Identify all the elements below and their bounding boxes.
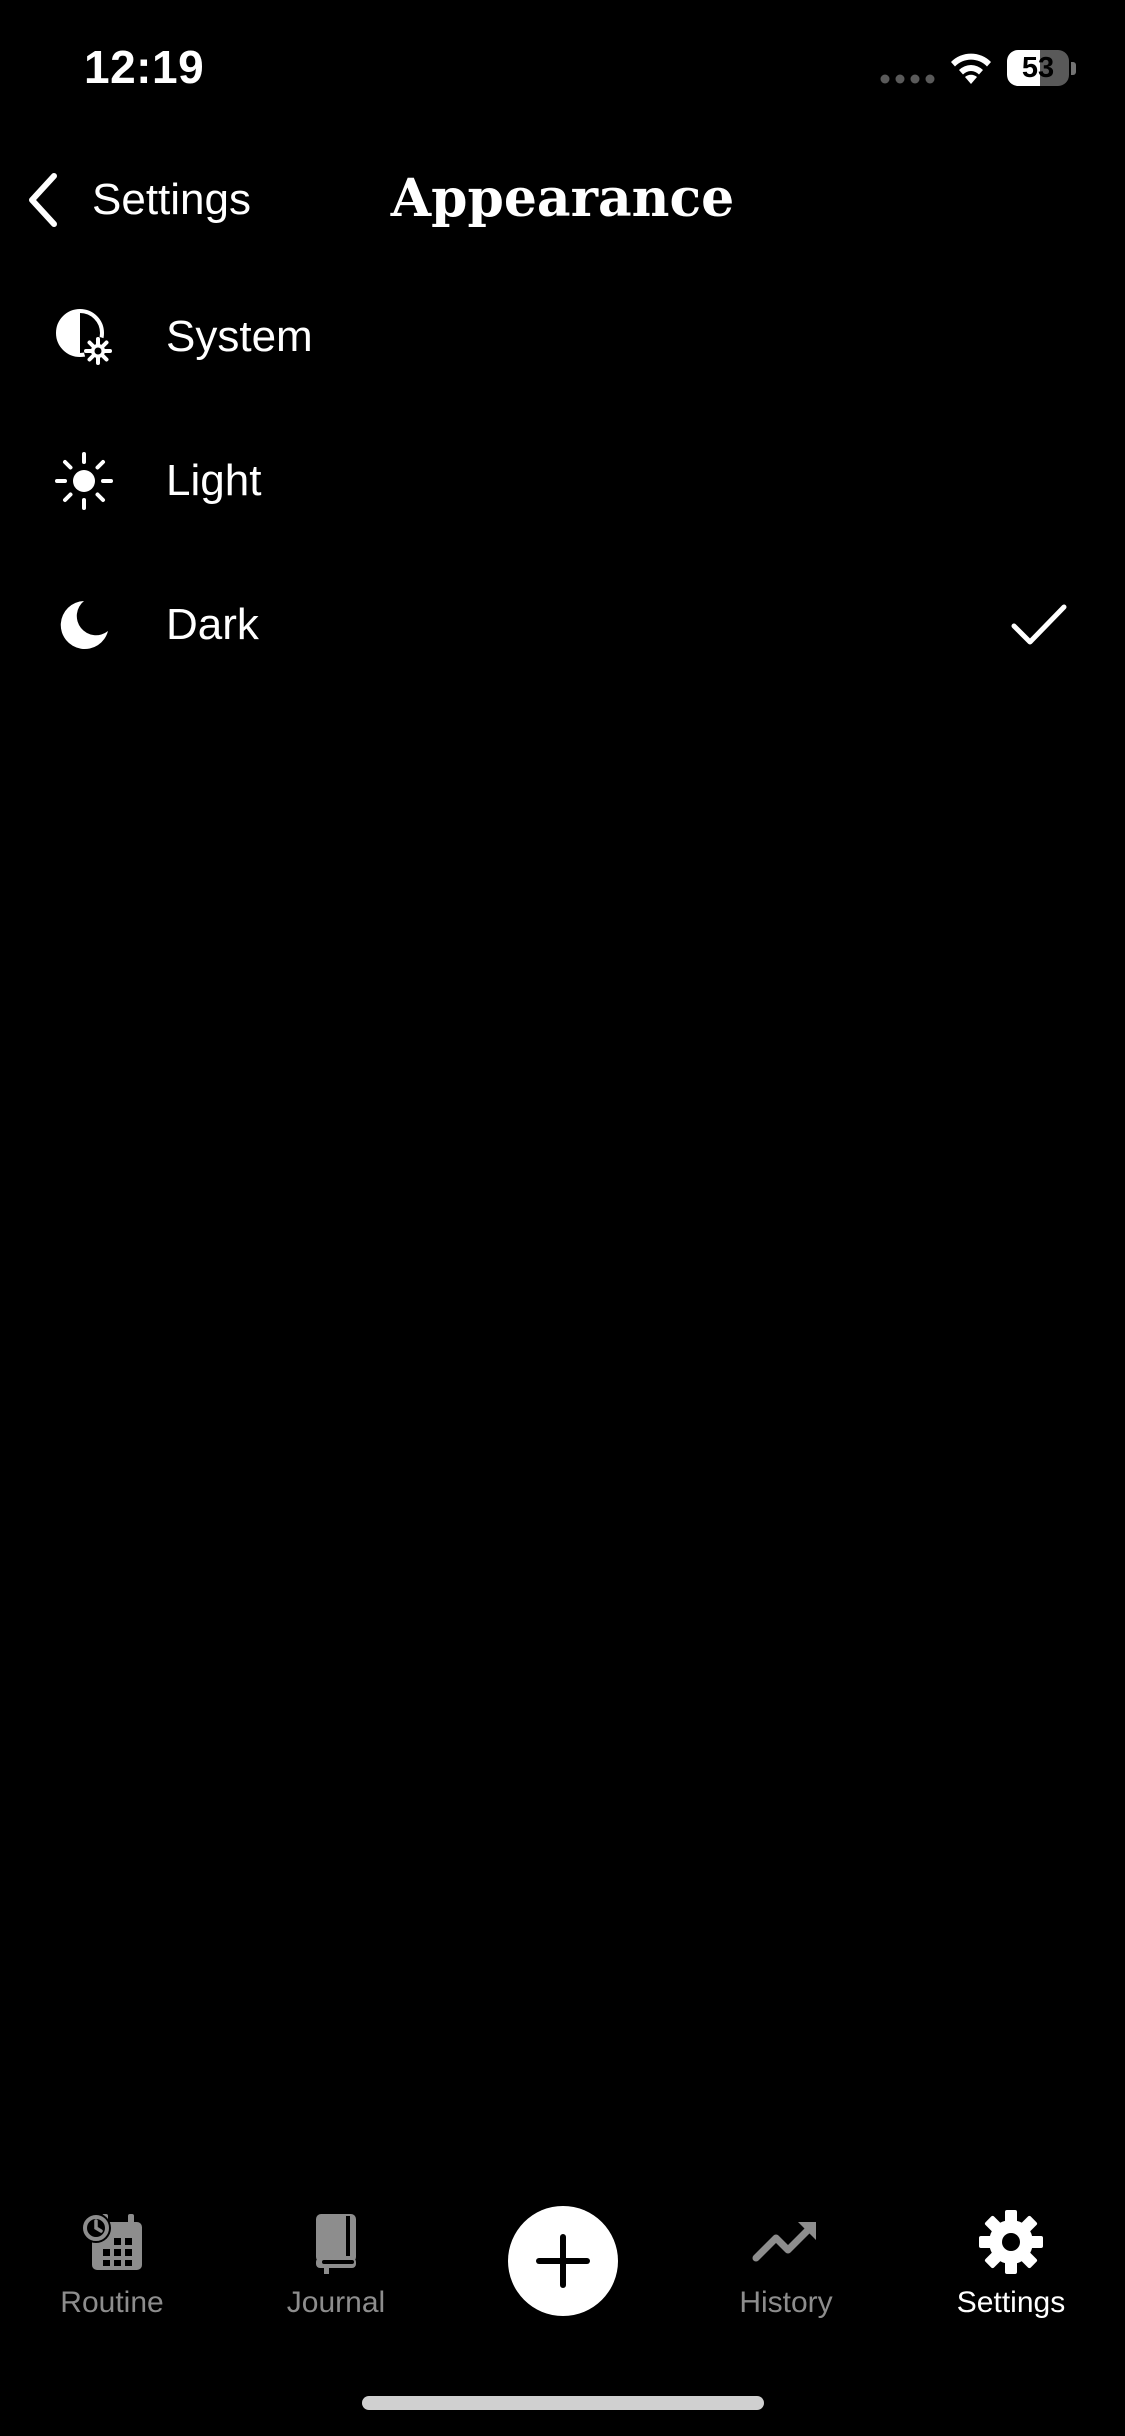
- tab-journal-label: Journal: [286, 2286, 386, 2319]
- battery-indicator: 53: [1007, 50, 1077, 88]
- option-light-label: Light: [166, 456, 262, 505]
- trend-up-icon: [752, 2222, 816, 2262]
- tab-bar: Routine Journal History Settings: [0, 2190, 1125, 2350]
- sun-icon: [55, 452, 113, 510]
- status-bar: 12:19 53: [0, 0, 1125, 140]
- plus-icon: [536, 2234, 590, 2288]
- nav-header: Settings Appearance: [0, 150, 1125, 250]
- book-icon: [316, 2214, 356, 2274]
- tab-journal[interactable]: Journal: [236, 2208, 436, 2338]
- gear-icon: [979, 2210, 1043, 2274]
- option-light[interactable]: Light: [0, 409, 1125, 553]
- appearance-options-list: System Light Dark: [0, 265, 1125, 697]
- wifi-icon: [951, 53, 991, 84]
- cellular-signal-icon: [880, 74, 935, 84]
- tab-history[interactable]: History: [686, 2208, 886, 2338]
- tab-settings-label: Settings: [956, 2286, 1066, 2319]
- tab-routine-label: Routine: [60, 2286, 164, 2319]
- page-title: Appearance: [390, 168, 735, 229]
- moon-icon: [60, 601, 108, 649]
- tab-history-label: History: [739, 2286, 833, 2319]
- tab-routine[interactable]: Routine: [12, 2208, 212, 2338]
- checkmark-icon: [1011, 604, 1067, 645]
- home-indicator[interactable]: [362, 2396, 764, 2410]
- status-time: 12:19: [84, 41, 205, 93]
- system-theme-icon: [56, 309, 112, 365]
- option-dark-label: Dark: [166, 600, 259, 649]
- option-system-label: System: [166, 312, 313, 361]
- battery-percentage: 53: [1021, 52, 1055, 84]
- option-dark[interactable]: Dark: [0, 553, 1125, 697]
- add-entry-button[interactable]: [508, 2206, 618, 2316]
- tab-settings[interactable]: Settings: [911, 2208, 1111, 2338]
- calendar-clock-icon: [81, 2213, 142, 2270]
- option-system[interactable]: System: [0, 265, 1125, 409]
